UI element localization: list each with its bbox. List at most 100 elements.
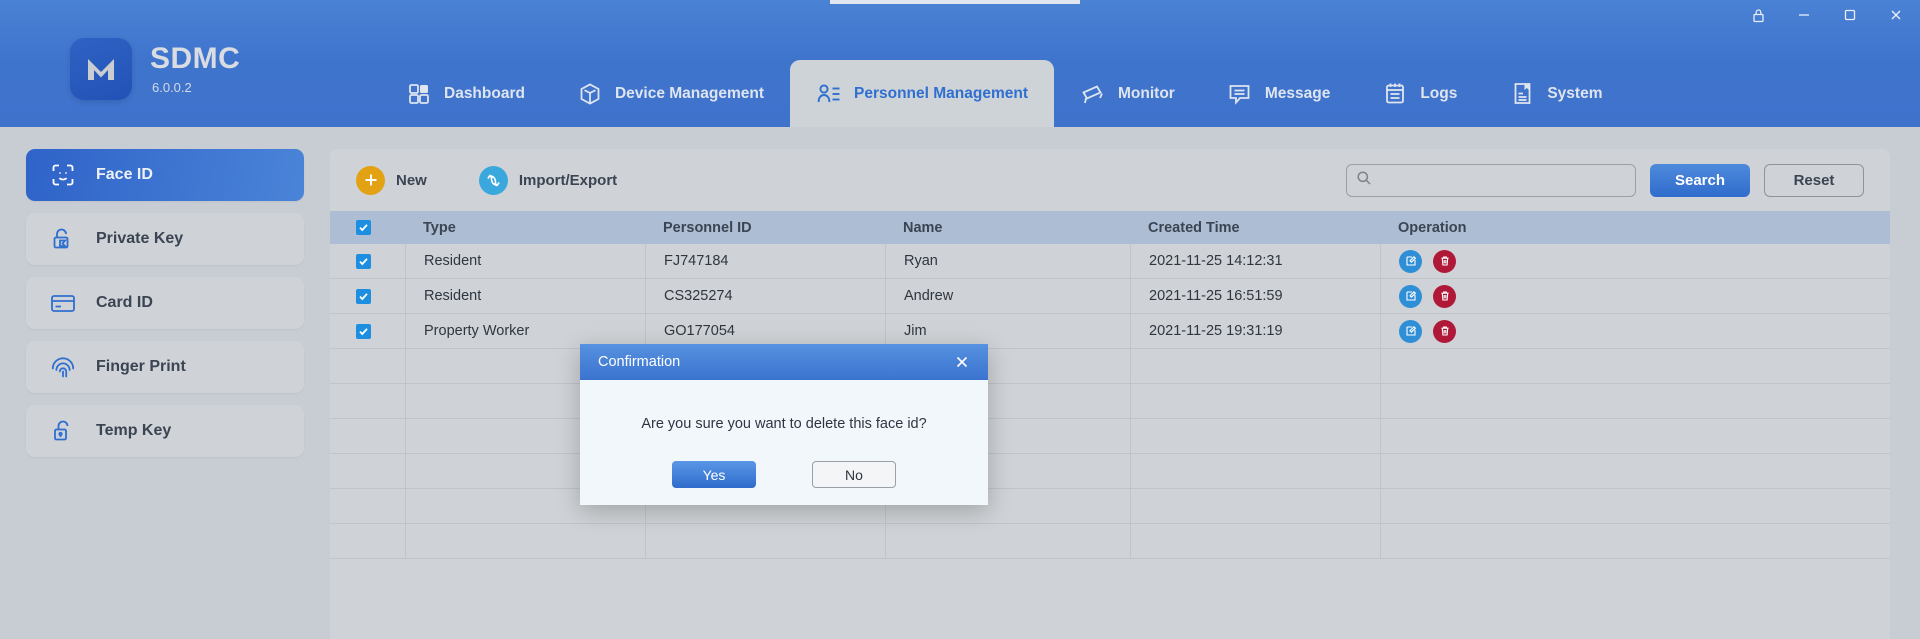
row-checkbox[interactable]	[356, 288, 371, 304]
table-row-empty	[330, 489, 1890, 524]
table-row[interactable]: Property Worker GO177054 Jim 2021-11-25 …	[330, 314, 1890, 349]
dialog-actions: Yes No	[580, 461, 988, 488]
edit-icon[interactable]	[1399, 284, 1422, 308]
window-controls	[0, 0, 1920, 30]
nav-item-logs[interactable]: Logs	[1356, 60, 1483, 127]
empty-cell	[885, 524, 1130, 558]
confirm-yes-button[interactable]: Yes	[672, 461, 756, 488]
import-export-button-label: Import/Export	[518, 171, 618, 189]
nav-item-message[interactable]: Message	[1201, 60, 1356, 127]
new-button-label: New	[396, 171, 427, 189]
empty-cell	[330, 454, 405, 488]
delete-icon[interactable]	[1433, 319, 1456, 343]
nav-label: Message	[1264, 84, 1331, 102]
lock-icon[interactable]	[1748, 8, 1768, 23]
cell-personnel-id: CS325274	[645, 279, 885, 313]
empty-cell	[1130, 384, 1380, 418]
import-export-button[interactable]: Import/Export	[478, 165, 618, 195]
nav-item-monitor[interactable]: Monitor	[1054, 60, 1201, 127]
empty-cell	[330, 524, 405, 558]
sidebar-item-face-id[interactable]: Face ID	[26, 149, 304, 201]
empty-cell	[1380, 384, 1640, 418]
table-row[interactable]: Resident FJ747184 Ryan 2021-11-25 14:12:…	[330, 244, 1890, 279]
search-button[interactable]: Search	[1650, 164, 1750, 197]
cell-operation	[1380, 279, 1640, 313]
table-row-empty	[330, 419, 1890, 454]
nav-item-dashboard[interactable]: Dashboard	[380, 60, 551, 127]
empty-cell	[1380, 454, 1640, 488]
edit-icon[interactable]	[1399, 249, 1422, 273]
sidebar-item-temp-key[interactable]: Temp Key	[26, 405, 304, 457]
empty-cell	[1130, 349, 1380, 383]
close-button[interactable]	[1886, 8, 1906, 22]
nav-item-device-management[interactable]: Device Management	[551, 60, 790, 127]
app-window: SDMC 6.0.0.2 Dashboard Device Management	[0, 0, 1920, 639]
cell-personnel-id: FJ747184	[645, 244, 885, 278]
sidebar-item-private-key[interactable]: Private Key	[26, 213, 304, 265]
message-icon	[1227, 81, 1253, 107]
nav-label: System	[1547, 84, 1603, 102]
row-checkbox[interactable]	[356, 323, 371, 339]
dialog-title: Confirmation	[598, 354, 681, 370]
new-button[interactable]: New	[356, 165, 427, 195]
column-header-created-time: Created Time	[1148, 219, 1240, 236]
empty-cell	[1380, 524, 1640, 558]
sidebar-item-label: Card ID	[96, 294, 153, 311]
nav-label: Personnel Management	[854, 84, 1028, 102]
person-list-icon	[816, 81, 842, 107]
cell-personnel-id: GO177054	[645, 314, 885, 348]
sidebar-item-finger-print[interactable]: Finger Print	[26, 341, 304, 393]
row-select-cell	[330, 279, 405, 313]
confirmation-dialog: Confirmation Are you sure you want to de…	[580, 344, 988, 505]
nav-label: Dashboard	[444, 84, 525, 102]
confirm-no-button[interactable]: No	[812, 461, 896, 488]
personnel-table: Type Personnel ID Name Created Time Oper…	[330, 211, 1890, 559]
empty-cell	[645, 524, 885, 558]
sidebar-item-label: Private Key	[96, 230, 184, 247]
sidebar-item-label: Temp Key	[96, 422, 172, 439]
toolbar: New Import/Export Search Reset	[330, 149, 1890, 211]
minimize-button[interactable]	[1794, 8, 1814, 22]
table-header-row: Type Personnel ID Name Created Time Oper…	[330, 211, 1890, 244]
cell-created-time: 2021-11-25 19:31:19	[1130, 314, 1380, 348]
sidebar-item-label: Face ID	[96, 166, 153, 183]
close-icon[interactable]	[952, 352, 972, 372]
empty-cell	[405, 524, 645, 558]
row-checkbox[interactable]	[356, 253, 371, 269]
unlock-icon	[48, 416, 78, 446]
table-row-empty	[330, 524, 1890, 559]
nav-item-system[interactable]: System	[1483, 60, 1628, 127]
cell-name: Ryan	[885, 244, 1130, 278]
delete-icon[interactable]	[1433, 249, 1456, 273]
search-box[interactable]	[1346, 164, 1636, 197]
table-row-empty	[330, 454, 1890, 489]
empty-cell	[330, 384, 405, 418]
sync-icon	[478, 165, 508, 195]
search-input[interactable]	[1379, 172, 1619, 189]
sidebar-item-card-id[interactable]: Card ID	[26, 277, 304, 329]
search-icon	[1356, 170, 1372, 191]
cube-icon	[577, 81, 603, 107]
nav-label: Monitor	[1118, 84, 1175, 102]
select-all-checkbox[interactable]	[356, 220, 371, 235]
cell-created-time: 2021-11-25 14:12:31	[1130, 244, 1380, 278]
nav-label: Logs	[1420, 84, 1458, 102]
card-icon	[48, 288, 78, 318]
app-logo-icon	[70, 38, 132, 100]
cell-name: Jim	[885, 314, 1130, 348]
key-lock-icon	[48, 224, 78, 254]
reset-button[interactable]: Reset	[1764, 164, 1864, 197]
document-icon	[1509, 81, 1535, 107]
maximize-button[interactable]	[1840, 8, 1860, 22]
column-header-personnel-id: Personnel ID	[663, 219, 752, 236]
nav-item-personnel-management[interactable]: Personnel Management	[790, 60, 1054, 127]
cell-type: Property Worker	[405, 314, 645, 348]
delete-icon[interactable]	[1433, 284, 1456, 308]
column-header-operation: Operation	[1398, 219, 1467, 236]
brand: SDMC 6.0.0.2	[70, 38, 240, 100]
main-nav: Dashboard Device Management Personnel Ma…	[380, 60, 1629, 127]
cell-name: Andrew	[885, 279, 1130, 313]
table-row[interactable]: Resident CS325274 Andrew 2021-11-25 16:5…	[330, 279, 1890, 314]
edit-icon[interactable]	[1399, 319, 1422, 343]
column-header-type: Type	[423, 219, 456, 236]
